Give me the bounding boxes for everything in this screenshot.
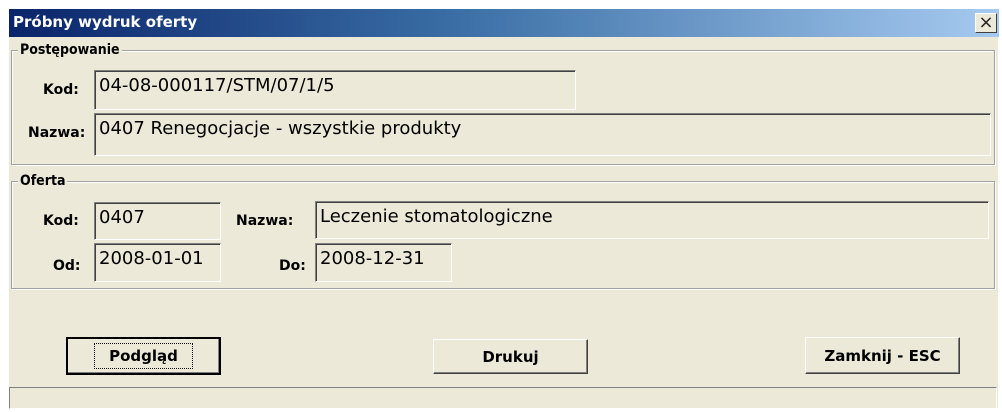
preview-button[interactable]: Podgląd <box>66 337 221 375</box>
postepowanie-nazwa-label: Nazwa: <box>28 125 86 141</box>
oferta-od-label: Od: <box>53 258 81 274</box>
oferta-kod-label: Kod: <box>43 213 79 229</box>
postepowanie-legend: Postępowanie <box>18 41 122 59</box>
status-bar <box>9 387 997 409</box>
oferta-kod-field[interactable]: 0407 <box>94 202 221 240</box>
postepowanie-kod-field[interactable]: 04-08-000117/STM/07/1/5 <box>94 70 576 110</box>
print-button[interactable]: Drukuj <box>433 339 588 374</box>
oferta-do-field[interactable]: 2008-12-31 <box>315 243 452 282</box>
preview-button-label: Podgląd <box>94 343 193 369</box>
close-button[interactable]: Zamknij - ESC <box>805 337 960 374</box>
window-title: Próbny wydruk oferty <box>13 13 198 31</box>
postepowanie-kod-label: Kod: <box>43 82 79 98</box>
dialog-window: Próbny wydruk oferty × Postępowanie Kod:… <box>8 8 999 409</box>
oferta-nazwa-field[interactable]: Leczenie stomatologiczne <box>315 201 989 239</box>
oferta-legend: Oferta <box>18 172 68 190</box>
oferta-od-field[interactable]: 2008-01-01 <box>94 243 221 282</box>
title-bar[interactable]: Próbny wydruk oferty × <box>9 9 999 37</box>
oferta-do-label: Do: <box>279 258 306 274</box>
postepowanie-nazwa-field[interactable]: 0407 Renegocjacje - wszystkie produkty <box>94 113 991 156</box>
close-icon[interactable]: × <box>975 13 997 33</box>
oferta-nazwa-label: Nazwa: <box>236 213 294 229</box>
